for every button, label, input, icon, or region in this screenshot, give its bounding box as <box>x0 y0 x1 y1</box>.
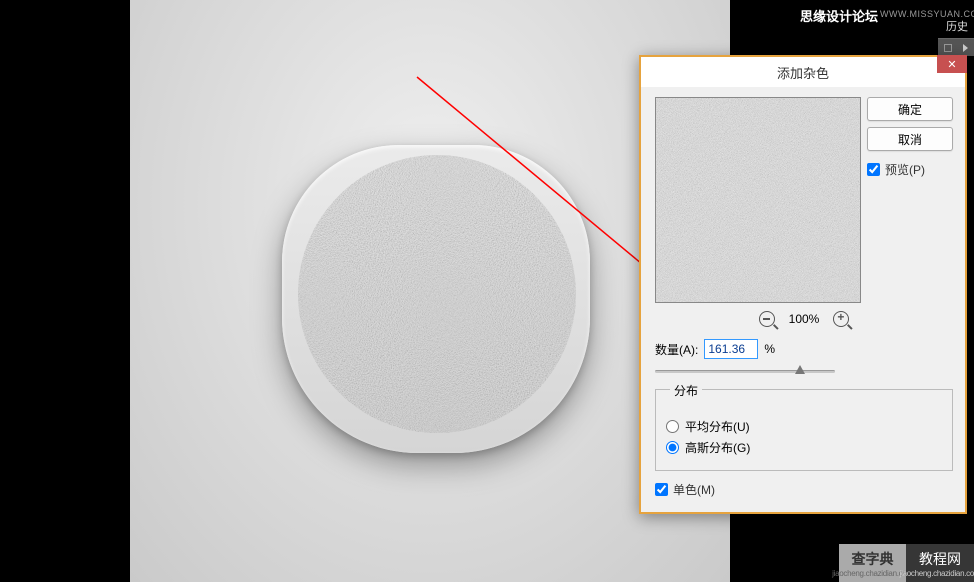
preview-label: 预览(P) <box>885 161 925 178</box>
zoom-level: 100% <box>789 312 820 326</box>
preview-checkbox[interactable] <box>867 163 880 176</box>
close-button[interactable]: ✕ <box>937 55 967 73</box>
distribution-group: 分布 平均分布(U) 高斯分布(G) <box>655 389 953 471</box>
amount-slider[interactable] <box>655 363 835 379</box>
watermark-right-main: 教程网 <box>919 549 961 569</box>
slider-thumb[interactable] <box>795 365 805 379</box>
zoom-out-icon[interactable] <box>759 311 775 327</box>
history-panel-tab[interactable]: 历史 <box>944 18 974 38</box>
close-icon: ✕ <box>947 58 956 71</box>
watermark-left-main: 查字典 <box>852 549 894 569</box>
cancel-button[interactable]: 取消 <box>867 127 953 151</box>
triangle-right-icon <box>963 44 968 52</box>
uniform-radio[interactable] <box>666 420 679 433</box>
panel-toggle[interactable] <box>938 38 974 56</box>
zoom-in-icon[interactable] <box>833 311 849 327</box>
dialog-title: 添加杂色 <box>777 63 829 82</box>
brand-text: 思缘设计论坛 <box>800 6 878 25</box>
amount-unit: % <box>764 342 775 356</box>
uniform-radio-row[interactable]: 平均分布(U) <box>666 418 942 435</box>
artwork-noise-layer <box>298 155 576 433</box>
monochrome-checkbox-row[interactable]: 单色(M) <box>655 481 953 498</box>
gaussian-radio[interactable] <box>666 441 679 454</box>
preview-checkbox-row[interactable]: 预览(P) <box>867 161 953 178</box>
amount-input[interactable] <box>704 339 758 359</box>
dialog-titlebar[interactable]: 添加杂色 ✕ <box>641 57 965 87</box>
add-noise-dialog: 添加杂色 ✕ 确定 取消 预览(P) 100% 数量( <box>639 55 967 514</box>
monochrome-label: 单色(M) <box>673 481 715 498</box>
slider-rail <box>655 370 835 373</box>
square-icon <box>944 44 952 52</box>
gaussian-radio-row[interactable]: 高斯分布(G) <box>666 439 942 456</box>
monochrome-checkbox[interactable] <box>655 483 668 496</box>
distribution-legend: 分布 <box>670 382 702 399</box>
gaussian-label: 高斯分布(G) <box>685 439 750 456</box>
ok-button[interactable]: 确定 <box>867 97 953 121</box>
preview-thumbnail[interactable] <box>655 97 861 303</box>
watermark-right-sub: jiaocheng.chazidian.com <box>900 569 974 578</box>
watermark: 查字典 jiaocheng.chazidian.com 教程网 jiaochen… <box>839 544 974 582</box>
amount-label: 数量(A): <box>655 341 698 358</box>
uniform-label: 平均分布(U) <box>685 418 750 435</box>
